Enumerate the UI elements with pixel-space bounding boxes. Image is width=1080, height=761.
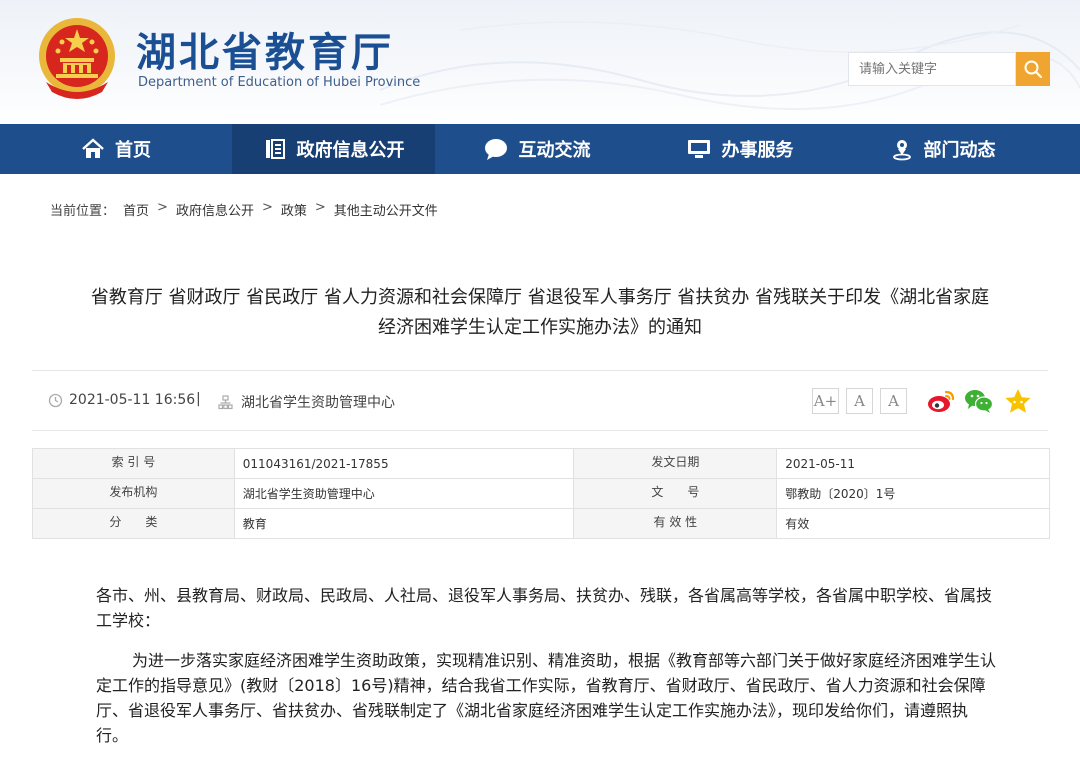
table-row: 索 引 号 011043161/2021-17855 发文日期 2021-05-… — [32, 448, 1050, 479]
info-label: 发文日期 — [573, 448, 778, 479]
info-label: 索 引 号 — [32, 448, 235, 479]
info-label: 有 效 性 — [573, 508, 778, 539]
breadcrumb-policy[interactable]: 政策 — [281, 200, 307, 219]
meta-separator: | — [196, 391, 201, 407]
publish-date: 2021-05-11 16:56 — [48, 392, 195, 408]
breadcrumb-home[interactable]: 首页 — [123, 200, 149, 219]
info-label: 分 类 — [32, 508, 235, 539]
home-icon — [82, 138, 104, 158]
national-emblem-icon — [39, 18, 115, 99]
breadcrumb: 当前位置： 首页 > 政府信息公开 > 政策 > 其他主动公开文件 — [50, 200, 446, 219]
table-row: 分 类 教育 有 效 性 有效 — [32, 508, 1050, 539]
search-icon — [1024, 60, 1043, 79]
body-paragraph: 为进一步落实家庭经济困难学生资助政策，实现精准识别、精准资助，根据《教育部等六部… — [96, 651, 997, 745]
publish-source-text: 湖北省学生资助管理中心 — [241, 395, 395, 411]
nav-item-label: 互动交流 — [518, 140, 591, 161]
info-value: 011043161/2021-17855 — [233, 448, 575, 479]
publish-source: 湖北省学生资助管理中心 — [218, 392, 395, 412]
nav-item-home[interactable]: 首页 — [0, 124, 232, 174]
info-value: 有效 — [776, 508, 1050, 539]
meta-divider-bottom — [32, 430, 1048, 431]
document-list-icon — [265, 139, 285, 159]
publish-date-text: 2021-05-11 16:56 — [69, 392, 196, 408]
font-default-button[interactable]: A — [846, 388, 873, 414]
article-title-line-2: 经济困难学生认定工作实施办法》的通知 — [378, 317, 702, 338]
monitor-icon — [687, 140, 710, 158]
nav-item-label: 政府信息公开 — [296, 140, 405, 161]
breadcrumb-separator: > — [261, 200, 273, 215]
location-person-icon — [892, 140, 911, 161]
article-body: 各市、州、县教育局、财政局、民政局、人社局、退役军人事务局、扶贫办、残联，各省属… — [96, 583, 996, 761]
table-row: 发布机构 湖北省学生资助管理中心 文 号 鄂教助〔2020〕1号 — [32, 478, 1050, 509]
nav-item-dept-news[interactable]: 部门动态 — [841, 124, 1044, 174]
organization-icon — [218, 394, 233, 409]
info-value: 教育 — [233, 508, 575, 539]
weibo-share-icon[interactable] — [926, 387, 956, 415]
font-decrease-button[interactable]: A — [880, 388, 907, 414]
site-header: 湖北省教育厅 Department of Education of Hubei … — [0, 0, 1080, 124]
wechat-share-icon[interactable] — [964, 387, 994, 415]
favorite-star-icon[interactable] — [1003, 387, 1033, 415]
nav-item-services[interactable]: 办事服务 — [638, 124, 841, 174]
search-button[interactable] — [1016, 52, 1050, 86]
nav-item-label: 首页 — [115, 140, 151, 161]
info-label: 文 号 — [573, 478, 778, 509]
search-input[interactable] — [848, 52, 1016, 86]
nav-item-interaction[interactable]: 互动交流 — [435, 124, 638, 174]
nav-item-gov-info[interactable]: 政府信息公开 — [232, 124, 435, 174]
document-info-table: 索 引 号 011043161/2021-17855 发文日期 2021-05-… — [32, 448, 1050, 539]
meta-divider-top — [32, 370, 1048, 371]
info-value: 鄂教助〔2020〕1号 — [776, 478, 1050, 509]
breadcrumb-gov-info[interactable]: 政府信息公开 — [176, 200, 254, 219]
font-increase-button[interactable]: A+ — [812, 388, 839, 414]
breadcrumb-prefix: 当前位置： — [50, 204, 116, 219]
site-subtitle: Department of Education of Hubei Provinc… — [138, 75, 421, 90]
breadcrumb-separator: > — [314, 200, 326, 215]
info-value: 2021-05-11 — [776, 448, 1050, 479]
article-title: 省教育厅 省财政厅 省民政厅 省人力资源和社会保障厅 省退役军人事务厅 省扶贫办… — [30, 283, 1050, 343]
breadcrumb-separator: > — [157, 200, 168, 215]
main-nav: 首页 政府信息公开 互动交流 办事服务 部门动态 — [0, 124, 1080, 174]
chat-bubble-icon — [484, 139, 507, 160]
nav-item-label: 部门动态 — [923, 140, 996, 161]
info-label: 发布机构 — [32, 478, 235, 509]
info-value: 湖北省学生资助管理中心 — [233, 478, 575, 509]
body-paragraph-salutation: 各市、州、县教育局、财政局、民政局、人社局、退役军人事务局、扶贫办、残联，各省属… — [96, 586, 993, 630]
nav-item-label: 办事服务 — [721, 140, 794, 161]
breadcrumb-other-files[interactable]: 其他主动公开文件 — [334, 200, 438, 219]
clock-icon — [48, 393, 63, 407]
site-title: 湖北省教育厅 — [136, 29, 394, 76]
article-title-line-1: 省教育厅 省财政厅 省民政厅 省人力资源和社会保障厅 省退役军人事务厅 省扶贫办… — [90, 287, 990, 308]
